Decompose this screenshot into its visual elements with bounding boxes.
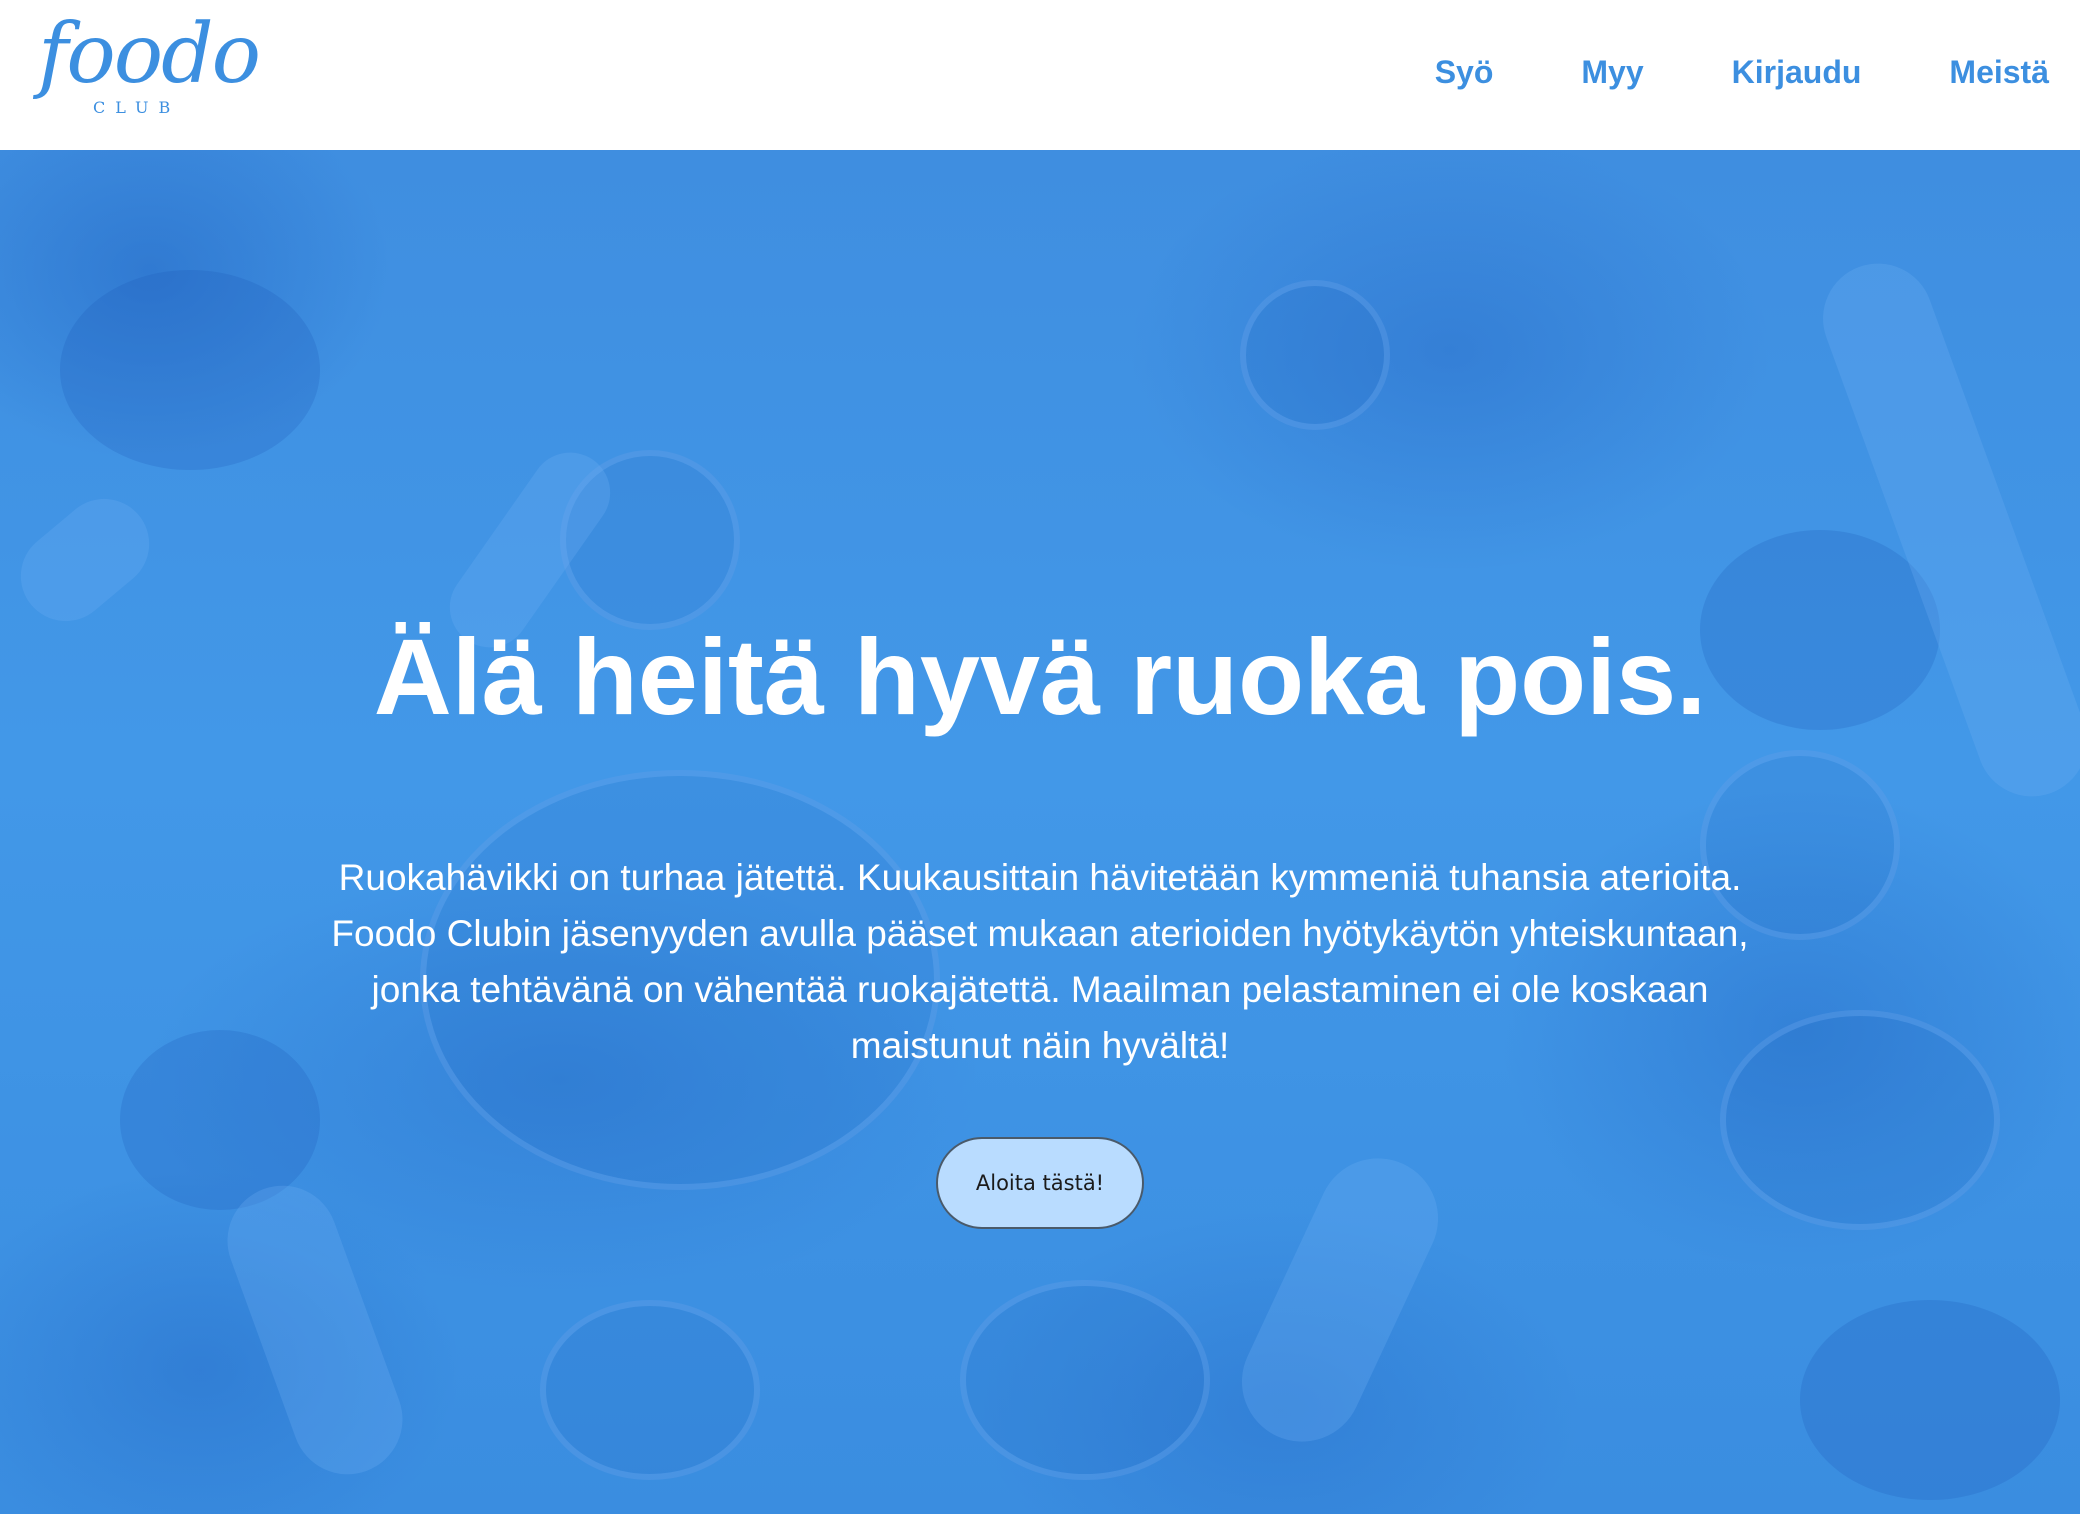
nav-link-meista[interactable]: Meistä bbox=[1949, 52, 2049, 92]
hero-intro-text: Ruokahävikki on turhaa jätettä. Kuukausi… bbox=[331, 857, 1749, 1066]
hero-headline: Älä heitä hyvä ruoka pois. bbox=[373, 616, 1707, 737]
logo-subtitle: CLUB bbox=[93, 98, 181, 117]
logo-wordmark: foodo bbox=[38, 7, 261, 102]
hero-section: Älä heitä hyvä ruoka pois. Ruokahävikki … bbox=[0, 150, 2080, 1514]
hero-background-image bbox=[0, 150, 2080, 1514]
main-nav: Syö Myy Kirjaudu Meistä bbox=[1435, 52, 2049, 92]
nav-link-syo[interactable]: Syö bbox=[1435, 52, 1494, 92]
top-navigation-bar: foodo CLUB Syö Myy Kirjaudu Meistä bbox=[0, 0, 2080, 150]
nav-link-kirjaudu[interactable]: Kirjaudu bbox=[1732, 52, 1862, 92]
start-here-button[interactable]: Aloita tästä! bbox=[936, 1137, 1144, 1229]
nav-link-myy[interactable]: Myy bbox=[1581, 52, 1643, 92]
foodo-club-logo[interactable]: foodo CLUB bbox=[38, 14, 261, 124]
